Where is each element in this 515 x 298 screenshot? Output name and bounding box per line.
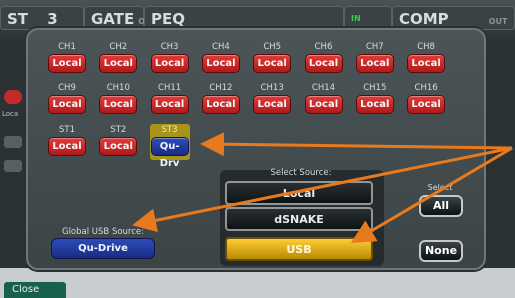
channel-ch5: CH5 Local xyxy=(252,41,292,77)
comp-tab: COMP OUT xyxy=(392,6,515,30)
global-usb-source-label: Global USB Source: xyxy=(61,227,145,237)
select-none-button[interactable]: None xyxy=(419,240,463,262)
select-all-button[interactable]: All xyxy=(419,195,463,217)
background-red-pill xyxy=(4,90,22,104)
background-right-strip xyxy=(485,40,515,268)
peq-tab: PEQ xyxy=(144,6,344,30)
channel-source-button[interactable]: Local xyxy=(253,54,292,73)
channel-source-button[interactable]: Local xyxy=(99,54,138,73)
channel-source-button[interactable]: Local xyxy=(304,95,343,114)
channel-ch6: CH6 Local xyxy=(304,41,344,77)
channel-label: ST1 xyxy=(59,125,75,135)
background-pill xyxy=(4,160,22,172)
gate-tab: GATEOUT xyxy=(84,6,157,30)
channel-label: ST2 xyxy=(110,125,127,135)
channel-ch2: CH2 Local xyxy=(98,41,138,77)
channel-label: CH13 xyxy=(260,83,284,93)
in-indicator: IN xyxy=(344,6,392,30)
channel-label: CH5 xyxy=(263,42,282,52)
close-button[interactable]: Close xyxy=(4,282,66,298)
channel-ch4: CH4 Local xyxy=(201,41,241,77)
channel-ch1: CH1 Local xyxy=(47,41,87,77)
select-source-label: Select Source: xyxy=(270,168,332,178)
channel-label: CH10 xyxy=(106,83,130,93)
source-usb-button[interactable]: USB xyxy=(225,237,373,261)
channel-source-button[interactable]: Local xyxy=(253,95,292,114)
channel-ch7: CH7 Local xyxy=(355,41,395,77)
channel-label: CH11 xyxy=(158,83,182,93)
channel-source-button[interactable]: Local xyxy=(201,95,240,114)
channel-label: CH8 xyxy=(417,42,435,52)
channel-label: CH3 xyxy=(160,42,179,52)
channel-ch15: CH15 Local xyxy=(355,82,395,118)
channel-ch11: CH11 Local xyxy=(150,82,190,118)
channel-ch10: CH10 Local xyxy=(98,82,138,118)
channel-source-button[interactable]: Local xyxy=(407,95,446,114)
channel-ch8: CH8 Local xyxy=(406,41,446,77)
channel-label: CH4 xyxy=(212,42,230,52)
channel-source-button[interactable]: Local xyxy=(48,54,86,73)
channel-tab: ST 3 xyxy=(0,6,84,30)
channel-label: CH14 xyxy=(311,83,336,93)
channel-source-button[interactable]: Local xyxy=(99,137,138,156)
background-pill xyxy=(4,136,22,148)
channel-label: ST3 xyxy=(161,125,178,135)
channel-source-button[interactable]: Local xyxy=(150,54,189,73)
global-usb-source-button[interactable]: Qu-Drive xyxy=(51,238,155,259)
channel-label: CH9 xyxy=(58,83,76,93)
channel-st3: ST3 Qu-Drv xyxy=(149,124,190,169)
source-local-button[interactable]: Local xyxy=(225,181,373,205)
channel-source-button[interactable]: Qu-Drv xyxy=(150,137,189,169)
channel-source-button[interactable]: Local xyxy=(150,95,189,114)
channel-ch13: CH13 Local xyxy=(252,82,292,118)
channel-label: CH1 xyxy=(58,42,76,52)
channel-label: CH6 xyxy=(314,42,333,52)
channel-source-button[interactable]: Local xyxy=(355,95,394,114)
background-left-strip: Loca xyxy=(0,40,26,268)
source-dsnake-button[interactable]: dSNAKE xyxy=(225,207,373,231)
background-bottom-bar xyxy=(0,268,515,298)
channel-source-button[interactable]: Local xyxy=(99,95,138,114)
channel-label: CH15 xyxy=(363,83,387,93)
channel-st1: ST1 Local xyxy=(47,124,87,160)
channel-source-button[interactable]: Local xyxy=(201,54,240,73)
channel-st2: ST2 Local xyxy=(98,124,138,160)
channel-label: CH12 xyxy=(209,83,233,93)
channel-label: CH2 xyxy=(109,42,128,52)
select-label: Select xyxy=(427,183,453,192)
channel-label: CH16 xyxy=(414,83,438,93)
channel-source-button[interactable]: Local xyxy=(355,54,394,73)
channel-ch14: CH14 Local xyxy=(304,82,344,118)
channel-source-button[interactable]: Local xyxy=(48,95,86,114)
channel-label: CH7 xyxy=(365,42,384,52)
channel-ch3: CH3 Local xyxy=(150,41,190,77)
channel-source-button[interactable]: Local xyxy=(304,54,343,73)
channel-ch16: CH16 Local xyxy=(406,82,446,118)
channel-ch9: CH9 Local xyxy=(47,82,87,118)
channel-source-button[interactable]: Local xyxy=(48,137,86,156)
channel-ch12: CH12 Local xyxy=(201,82,241,118)
channel-source-button[interactable]: Local xyxy=(407,54,446,73)
